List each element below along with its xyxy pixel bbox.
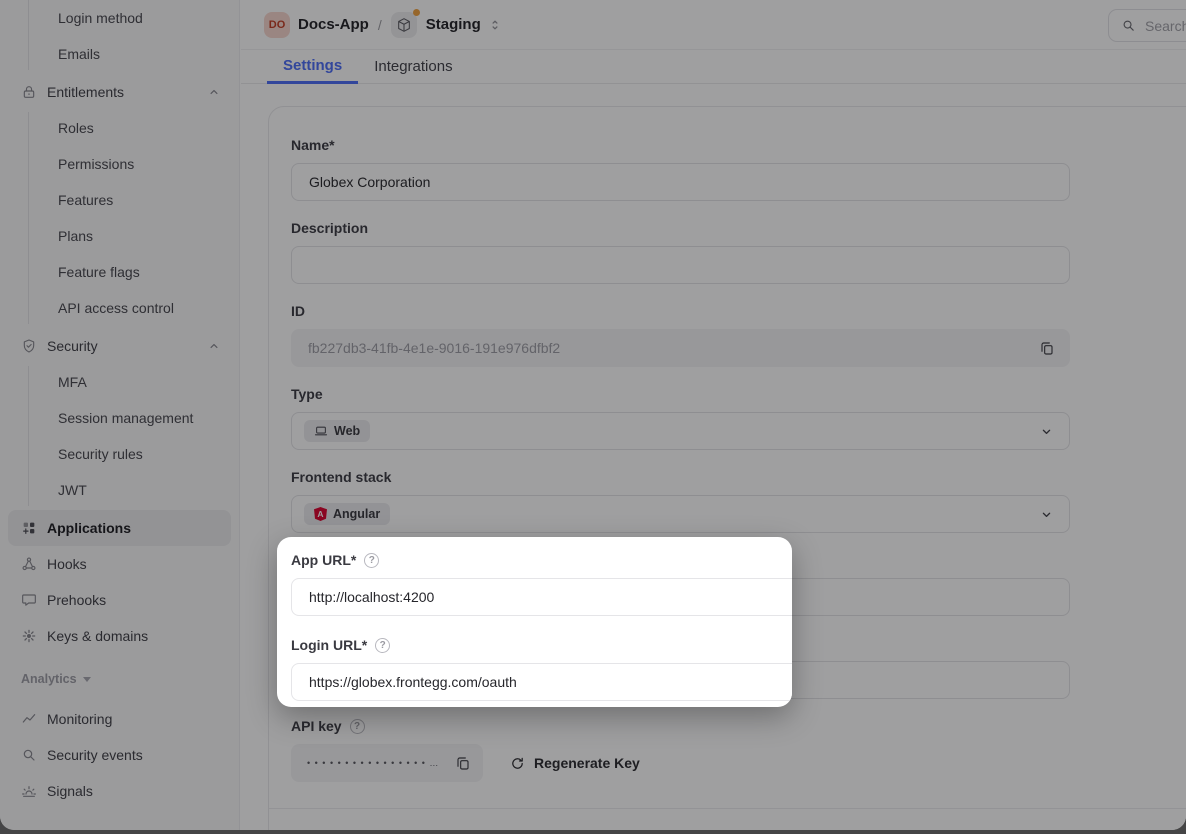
app-url-input[interactable] — [291, 578, 792, 616]
dim-overlay — [0, 0, 1186, 834]
spotlight-highlight: App URL* ? Login URL* ? — [277, 537, 792, 707]
help-icon[interactable]: ? — [375, 638, 391, 653]
field-login-url-highlighted: Login URL* ? — [291, 637, 792, 701]
login-url-label: Login URL* ? — [291, 637, 792, 654]
login-url-input[interactable] — [291, 663, 792, 701]
help-icon[interactable]: ? — [364, 553, 380, 568]
field-app-url-highlighted: App URL* ? — [291, 552, 792, 616]
app-url-label: App URL* ? — [291, 552, 792, 569]
